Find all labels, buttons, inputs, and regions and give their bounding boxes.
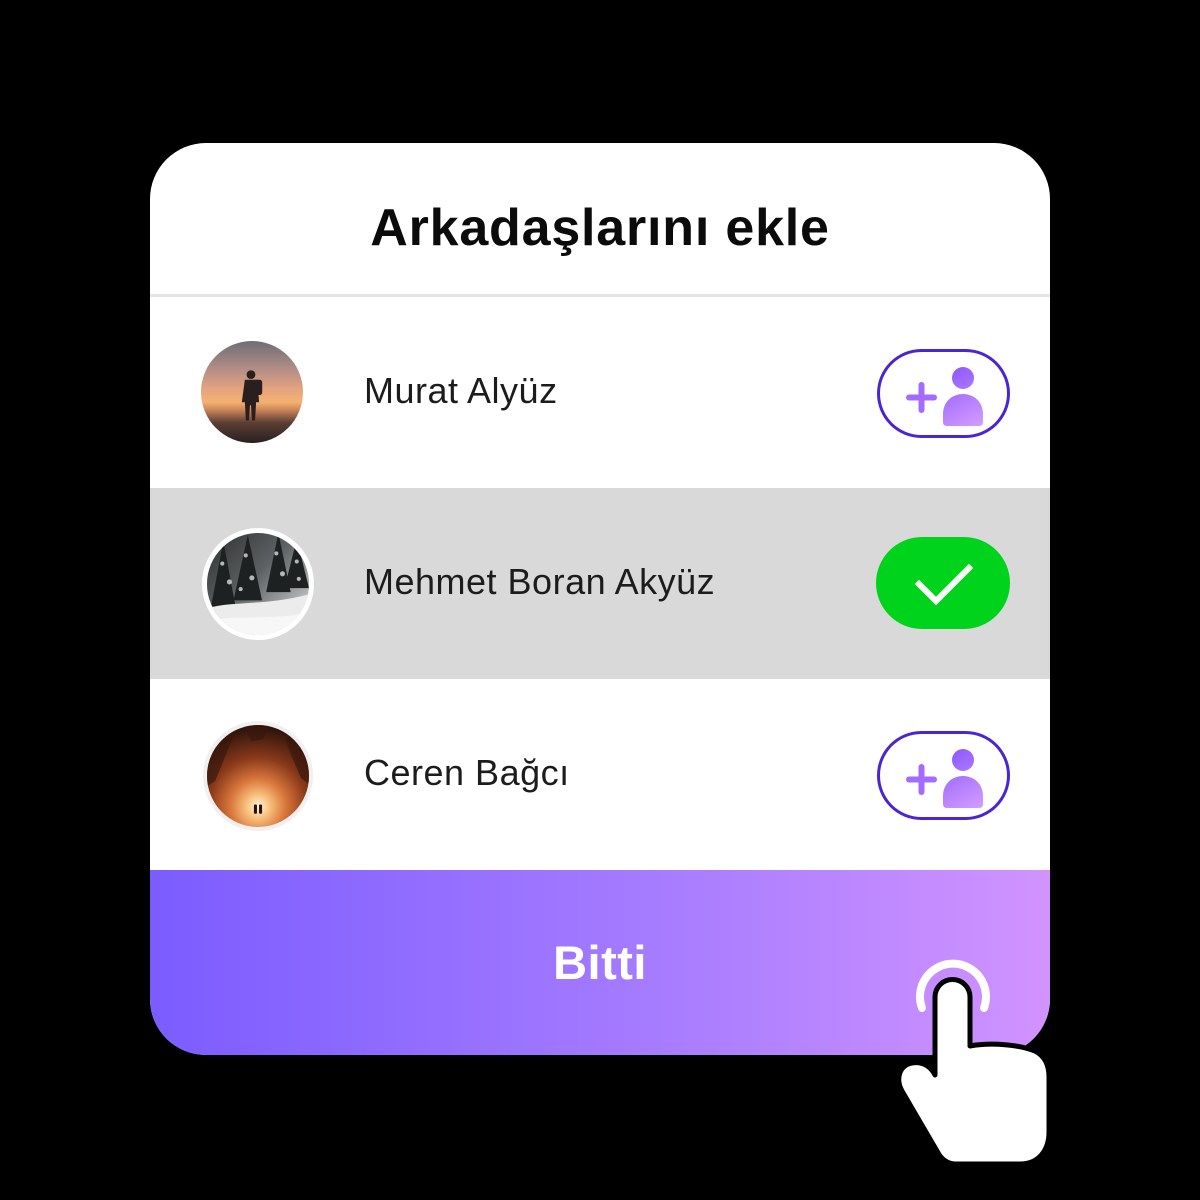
done-button-label: Bitti xyxy=(553,936,647,989)
tap-hand-icon xyxy=(896,959,1052,1167)
add-friend-button[interactable] xyxy=(877,731,1010,820)
add-friend-icon xyxy=(906,749,983,808)
added-friend-button[interactable] xyxy=(876,537,1010,629)
friend-row[interactable]: Murat Alyüz xyxy=(150,297,1050,488)
friend-row[interactable]: Ceren Bağcı xyxy=(150,679,1050,870)
avatar-photo xyxy=(207,725,309,827)
add-friends-dialog: Arkadaşlarını ekle Murat Alyüz Mehmet Bo… xyxy=(150,143,1050,1055)
dialog-title: Arkadaşlarını ekle xyxy=(370,199,830,257)
avatar xyxy=(202,528,314,640)
add-friend-button[interactable] xyxy=(877,349,1010,438)
avatar-photo xyxy=(207,533,309,635)
friend-name: Mehmet Boran Akyüz xyxy=(364,561,716,602)
avatar-photo xyxy=(201,341,303,443)
friend-name: Murat Alyüz xyxy=(364,370,558,411)
dialog-header: Arkadaşlarını ekle xyxy=(150,143,1050,294)
avatar xyxy=(203,721,313,831)
avatar xyxy=(201,341,303,443)
checkmark-icon xyxy=(914,563,974,606)
friend-row[interactable]: Mehmet Boran Akyüz xyxy=(150,488,1050,679)
friend-name: Ceren Bağcı xyxy=(364,752,570,793)
add-friend-icon xyxy=(906,367,983,426)
